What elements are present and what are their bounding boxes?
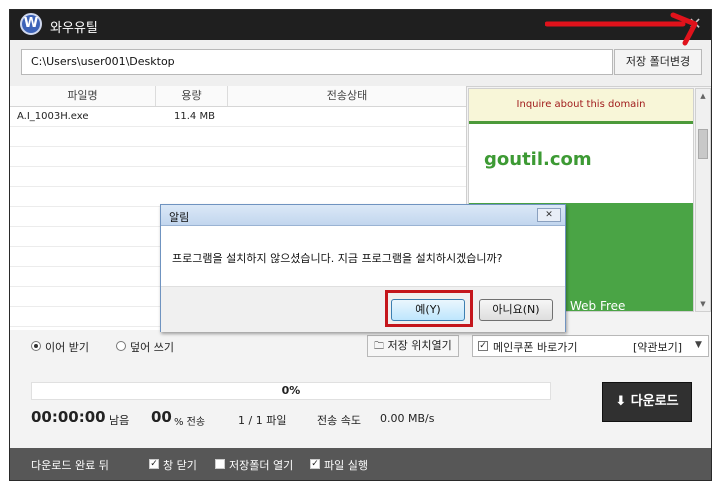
highlight-box: [385, 290, 473, 327]
coupon-checkbox[interactable]: ✓: [478, 341, 488, 351]
speed-label: 전송 속도: [317, 414, 361, 427]
progress-area: 0% 00:00:00 남음 00 % 전송 1 / 1 파일 전송 속도 0.…: [10, 362, 711, 448]
dialog-title: 알림: [169, 211, 190, 224]
annotation-arrow-icon: [545, 12, 698, 46]
close-window-label[interactable]: 창 닫기: [163, 457, 197, 473]
overwrite-label[interactable]: 덮어 쓰기: [130, 339, 174, 355]
ad-domain-text[interactable]: goutil.com: [484, 149, 592, 170]
transfer-percent: 00: [151, 408, 172, 426]
save-path-field[interactable]: C:\Users\user001\Desktop: [21, 49, 613, 75]
options-bar: 이어 받기 덮어 쓰기 🗀 저장 위치열기 ✓ 메인쿠폰 바로가기 [약관보기]…: [10, 330, 711, 363]
confirm-dialog: 알림 ✕ 프로그램을 설치하지 않으셨습니다. 지금 프로그램을 설치하시겠습니…: [160, 204, 566, 332]
dialog-button-row: 예(Y) 아니요(N): [161, 286, 565, 332]
table-row: [10, 127, 466, 147]
ad-scrollbar[interactable]: ▲ ▼: [695, 88, 711, 312]
footer-bar: 다운로드 완료 뒤 ✓ 창 닫기 저장폴더 열기 ✓ 파일 실행: [10, 448, 711, 480]
scroll-up-icon[interactable]: ▲: [696, 89, 710, 103]
time-remaining-suffix: 남음: [109, 414, 130, 427]
speed-value: 0.00 MB/s: [380, 412, 435, 425]
overwrite-radio[interactable]: [116, 341, 126, 351]
file-size: 11.4 MB: [174, 111, 215, 122]
folder-icon: 🗀: [374, 341, 384, 352]
coupon-dropdown[interactable]: ✓ 메인쿠폰 바로가기 [약관보기] ▼: [472, 335, 709, 357]
download-icon: ⬇: [615, 394, 627, 409]
open-location-button[interactable]: 🗀 저장 위치열기: [367, 335, 459, 357]
no-button[interactable]: 아니요(N): [479, 299, 553, 321]
dialog-title-bar[interactable]: 알림 ✕: [161, 205, 565, 226]
column-header-status[interactable]: 전송상태: [228, 86, 466, 106]
open-folder-checkbox[interactable]: [215, 459, 225, 469]
change-folder-button[interactable]: 저장 폴더변경: [614, 49, 702, 75]
after-done-label: 다운로드 완료 뒤: [31, 459, 109, 472]
resume-radio[interactable]: [31, 341, 41, 351]
table-row: [10, 147, 466, 167]
download-button-label: 다운로드: [630, 394, 679, 409]
scroll-down-icon[interactable]: ▼: [696, 297, 710, 311]
close-window-checkbox[interactable]: ✓: [149, 459, 159, 469]
resume-label[interactable]: 이어 받기: [45, 339, 89, 355]
file-name: A.I_1003H.exe: [17, 111, 89, 122]
app-logo-icon: W: [20, 13, 42, 35]
ad-green-text: Web Free: [570, 299, 626, 312]
file-count: 1 / 1 파일: [238, 414, 287, 427]
scroll-thumb[interactable]: [698, 129, 708, 159]
file-table-header: 파일명 용량 전송상태: [10, 86, 466, 107]
column-header-size[interactable]: 용량: [156, 86, 228, 106]
transfer-percent-suffix: % 전송: [174, 417, 206, 428]
progress-bar: 0%: [31, 382, 551, 400]
chevron-down-icon[interactable]: ▼: [695, 340, 702, 350]
window-title: 와우유틸: [50, 21, 98, 36]
table-row: [10, 167, 466, 187]
dialog-message: 프로그램을 설치하지 않으셨습니다. 지금 프로그램을 설치하시겠습니까?: [172, 252, 503, 265]
progress-percent-text: 0%: [281, 384, 301, 397]
column-header-filename[interactable]: 파일명: [10, 86, 156, 106]
open-folder-label[interactable]: 저장폴더 열기: [229, 457, 293, 473]
open-location-label: 저장 위치열기: [387, 339, 452, 352]
terms-link[interactable]: [약관보기]: [633, 339, 682, 355]
download-button[interactable]: ⬇ 다운로드: [602, 382, 692, 422]
table-row[interactable]: A.I_1003H.exe 11.4 MB: [10, 107, 466, 127]
dialog-close-button[interactable]: ✕: [537, 208, 561, 222]
ad-inquire-text[interactable]: Inquire about this domain: [469, 89, 693, 124]
run-file-checkbox[interactable]: ✓: [310, 459, 320, 469]
run-file-label[interactable]: 파일 실행: [324, 457, 368, 473]
dialog-body: 프로그램을 설치하지 않으셨습니다. 지금 프로그램을 설치하시겠습니까?: [161, 226, 565, 286]
coupon-label: 메인쿠폰 바로가기: [493, 341, 578, 354]
time-remaining: 00:00:00: [31, 408, 106, 426]
